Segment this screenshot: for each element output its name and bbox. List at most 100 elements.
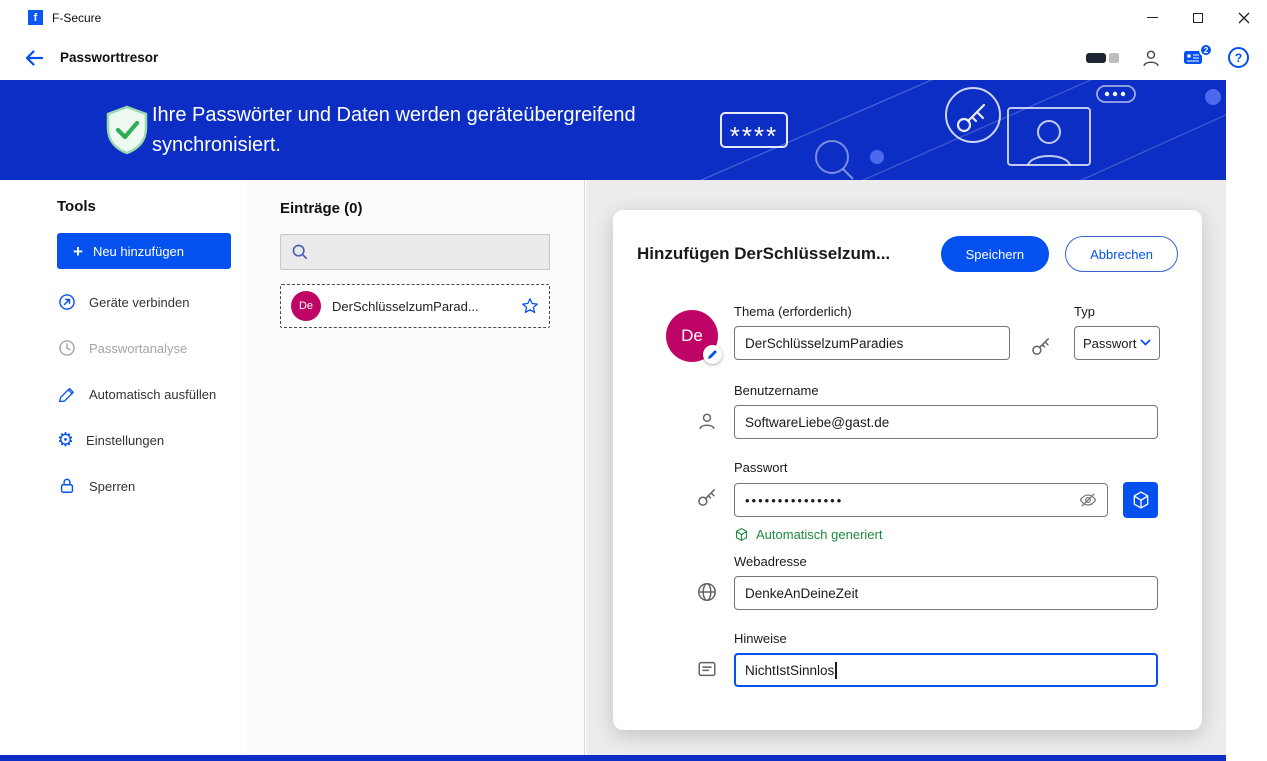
username-label: Benutzername: [734, 383, 1158, 398]
topic-input[interactable]: [734, 326, 1010, 360]
sidebar-heading: Tools: [57, 198, 247, 215]
url-label: Webadresse: [734, 554, 1158, 569]
nav-bar: Passworttresor 2 ?: [0, 35, 1267, 80]
pencil-icon: [707, 349, 718, 360]
account-icon[interactable]: [1140, 47, 1162, 69]
person-icon: [696, 410, 718, 432]
editor-title: Hinzufügen DerSchlüsselzum...: [637, 244, 929, 264]
type-select[interactable]: Passwort: [1074, 326, 1160, 360]
url-row: Webadresse: [613, 554, 1158, 610]
topic-row: De Thema (erforderlich): [613, 304, 1158, 362]
password-row: Passwort: [613, 460, 1158, 542]
eye-off-icon[interactable]: [1078, 490, 1098, 510]
chevron-down-icon: [1140, 339, 1151, 347]
text-cursor: [835, 662, 837, 679]
meter-bar-light: [1109, 53, 1119, 63]
sidebar-item-label: Automatisch ausfüllen: [89, 387, 216, 402]
type-label: Typ: [1074, 304, 1160, 319]
notes-label: Hinweise: [734, 631, 1158, 646]
usage-meter-icon[interactable]: [1086, 53, 1119, 63]
key-icon: [1030, 336, 1052, 358]
sidebar-item-label: Passwortanalyse: [89, 341, 187, 356]
page-title: Passworttresor: [60, 50, 158, 65]
sidebar-item-label: Sperren: [89, 479, 135, 494]
editor-form: De Thema (erforderlich): [613, 304, 1202, 687]
auto-generated-note: Automatisch generiert: [734, 527, 1158, 542]
help-glyph: ?: [1235, 51, 1242, 65]
password-input[interactable]: [734, 483, 1108, 517]
back-arrow-icon: [23, 47, 45, 69]
key-icon: [696, 487, 718, 509]
clock-icon: [57, 338, 77, 358]
globe-icon: [696, 581, 718, 603]
sidebar-item-autofill[interactable]: Automatisch ausfüllen: [57, 371, 247, 417]
banner-message: Ihre Passwörter und Daten werden geräteü…: [152, 100, 727, 160]
entry-editor-card: Hinzufügen DerSchlüsselzum... Speichern …: [613, 210, 1202, 730]
gear-icon: ⚙: [57, 431, 74, 450]
lock-icon: [57, 476, 77, 496]
window-bottom-accent: [0, 755, 1226, 761]
avatar-gutter: De: [613, 304, 734, 362]
editor-header: Hinzufügen DerSchlüsselzum... Speichern …: [613, 236, 1202, 272]
notification-badge: 2: [1199, 43, 1213, 57]
sidebar-item-label: Geräte verbinden: [89, 295, 189, 310]
entries-heading: Einträge (0): [280, 200, 584, 217]
asterisks-decoration: ****: [730, 121, 778, 151]
app-title: F-Secure: [52, 11, 101, 25]
sidebar-item-password-analysis[interactable]: Passwortanalyse: [57, 325, 247, 371]
close-icon: [1238, 12, 1250, 24]
notes-input[interactable]: NichtIstSinnlos: [734, 653, 1158, 687]
entries-column: Einträge (0) De DerSchlüsselzumParad...: [247, 180, 585, 755]
main-content: Tools + Neu hinzufügen Geräte verbinden …: [0, 180, 1226, 755]
subscription-icon[interactable]: 2: [1183, 48, 1207, 68]
search-input[interactable]: [318, 245, 539, 260]
plus-icon: +: [73, 243, 83, 260]
pen-icon: [57, 384, 77, 404]
workspace: Hinzufügen DerSchlüsselzum... Speichern …: [586, 180, 1226, 755]
sidebar-item-connect-devices[interactable]: Geräte verbinden: [57, 279, 247, 325]
maximize-button[interactable]: [1175, 0, 1221, 35]
add-entry-button[interactable]: + Neu hinzufügen: [57, 233, 231, 269]
entry-label: DerSchlüsselzumParad...: [332, 299, 521, 314]
maximize-icon: [1193, 13, 1203, 23]
topic-label: Thema (erforderlich): [734, 304, 1010, 319]
minimize-button[interactable]: [1129, 0, 1175, 35]
cancel-button[interactable]: Abbrechen: [1065, 236, 1178, 272]
sidebar-items: Geräte verbinden Passwortanalyse Automat…: [57, 279, 247, 509]
entry-list-item[interactable]: De DerSchlüsselzumParad...: [280, 284, 550, 328]
search-box[interactable]: [280, 234, 550, 270]
minimize-icon: [1147, 17, 1158, 18]
favorite-star-icon[interactable]: [521, 297, 539, 315]
username-row: Benutzername: [613, 383, 1158, 439]
back-button[interactable]: [20, 44, 48, 72]
sync-banner: **** Ihre Passwörter und Daten werden ge…: [0, 80, 1226, 180]
close-button[interactable]: [1221, 0, 1267, 35]
app-logo-icon: f: [28, 10, 43, 25]
window-controls: [1129, 0, 1267, 35]
url-input[interactable]: [734, 576, 1158, 610]
sidebar-item-lock[interactable]: Sperren: [57, 463, 247, 509]
username-input[interactable]: [734, 405, 1158, 439]
search-icon: [291, 243, 309, 261]
sidebar-item-label: Einstellungen: [86, 433, 164, 448]
meter-bar-dark: [1086, 53, 1106, 63]
generated-cube-icon: [734, 527, 749, 542]
save-button[interactable]: Speichern: [941, 236, 1050, 272]
generate-password-button[interactable]: [1123, 482, 1158, 518]
nav-right-icons: 2 ?: [1086, 47, 1249, 69]
notes-icon: [696, 658, 718, 680]
add-entry-label: Neu hinzufügen: [93, 244, 184, 259]
auto-generated-label: Automatisch generiert: [756, 527, 882, 542]
password-label: Passwort: [734, 460, 1158, 475]
type-value: Passwort: [1083, 336, 1136, 351]
connect-devices-icon: [57, 292, 77, 312]
sync-shield-icon: [104, 105, 150, 155]
tools-sidebar: Tools + Neu hinzufügen Geräte verbinden …: [0, 180, 247, 755]
help-icon[interactable]: ?: [1228, 47, 1249, 68]
notes-row: Hinweise NichtIstSinnlos: [613, 631, 1158, 687]
title-bar: f F-Secure: [0, 0, 1267, 35]
notes-value: NichtIstSinnlos: [745, 663, 834, 678]
entry-avatar: De: [291, 291, 321, 321]
sidebar-item-settings[interactable]: ⚙ Einstellungen: [57, 417, 247, 463]
avatar-edit-badge[interactable]: [703, 345, 722, 364]
